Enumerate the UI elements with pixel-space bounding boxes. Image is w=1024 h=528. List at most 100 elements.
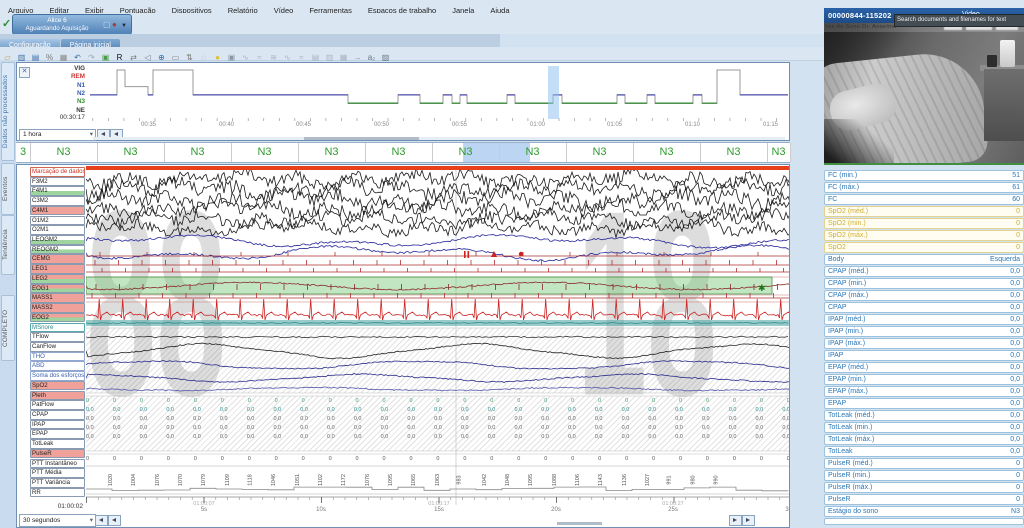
video-feed[interactable]: tos do Sono Dr. Anselmo xyxy=(824,23,1024,165)
sidebar-tab-tendencia[interactable]: Tendência xyxy=(1,215,15,275)
value-cell: 0,0 xyxy=(756,416,764,422)
param-row-estagio-do-sono[interactable]: Estágio do sonoN3 xyxy=(824,506,1024,517)
param-label: CPAP xyxy=(828,303,847,312)
param-row-cpap-med[interactable]: CPAP (méd.)0,0 xyxy=(824,266,1024,277)
channel-label-o1m2[interactable]: O1M2 xyxy=(30,216,85,226)
param-row-totleak-min[interactable]: TotLeak (min.)0,0 xyxy=(824,422,1024,433)
param-row-totleak-med[interactable]: TotLeak (méd.)0,0 xyxy=(824,410,1024,421)
prev-page-button[interactable] xyxy=(108,515,121,526)
channel-label-patflow[interactable]: PatFlow xyxy=(30,400,85,410)
channel-label-leg1[interactable]: LEG1 xyxy=(30,264,85,274)
param-row-epap-med[interactable]: EPAP (méd.)0,0 xyxy=(824,362,1024,373)
hypnogram-scrollbar[interactable] xyxy=(93,137,785,140)
channel-label-eog2[interactable]: EOG2 xyxy=(30,313,85,323)
channel-label-pleth[interactable]: Pleth xyxy=(30,391,85,401)
channel-label-ipap[interactable]: IPAP xyxy=(30,420,85,430)
next-epoch-button[interactable] xyxy=(729,515,742,526)
param-row-ipap-min[interactable]: IPAP (min.)0,0 xyxy=(824,326,1024,337)
param-row-cpap[interactable]: CPAP0,0 xyxy=(824,302,1024,313)
hypnogram-plot[interactable] xyxy=(90,66,788,122)
channel-label-eog1[interactable]: EOG1 xyxy=(30,284,85,294)
epoch-cell[interactable]: N3 xyxy=(30,143,98,162)
epoch-cell[interactable]: N3 xyxy=(499,143,567,162)
channel-label-rr[interactable]: RR xyxy=(30,488,85,498)
param-row-pulser-min[interactable]: PulseR (min.)0 xyxy=(824,470,1024,481)
channel-label-totleak[interactable]: TotLeak xyxy=(30,439,85,449)
epoch-cell[interactable]: N3 xyxy=(231,143,299,162)
param-row-spo2-max[interactable]: SpO2 (máx.)0 xyxy=(824,230,1024,241)
channel-label-ptt-variancia[interactable]: PTT Variância xyxy=(30,478,85,488)
window-length-select[interactable]: 30 segundos xyxy=(19,514,96,527)
param-row-ipap-max[interactable]: IPAP (máx.)0,0 xyxy=(824,338,1024,349)
channel-label-soma-dos-esforcos[interactable]: Soma dos esforços xyxy=(30,371,85,381)
param-value: 0,0 xyxy=(1010,375,1020,384)
sidebar-tab-completo[interactable]: COMPLETO xyxy=(1,295,15,361)
rr-text: 1063 xyxy=(435,474,441,486)
param-row-spo2-med[interactable]: SpO2 (méd.)0 xyxy=(824,206,1024,217)
channel-label-reogm2[interactable]: REOGM2 xyxy=(30,245,85,255)
param-row-totleak-max[interactable]: TotLeak (máx.)0,0 xyxy=(824,434,1024,445)
param-row-fc-max[interactable]: FC (máx.)61 xyxy=(824,182,1024,193)
channel-label-c4m1[interactable]: C4M1 xyxy=(30,206,85,216)
epoch-cell[interactable]: 3 xyxy=(16,143,31,162)
rr-value: 1042 xyxy=(486,467,493,493)
next-page-button[interactable] xyxy=(742,515,755,526)
channel-label-tho[interactable]: THO xyxy=(30,352,85,362)
channel-label-epap[interactable]: EPAP xyxy=(30,429,85,439)
signal-scrollbar-thumb[interactable] xyxy=(557,522,602,525)
hypnogram-range-select[interactable]: 1 hora xyxy=(19,129,96,141)
param-row-cpap-max[interactable]: CPAP (máx.)0,0 xyxy=(824,290,1024,301)
prev-epoch-button[interactable] xyxy=(95,515,108,526)
channel-label-msnore[interactable]: MSnore xyxy=(30,323,85,333)
channel-label-f4m1[interactable]: F4M1 xyxy=(30,186,85,196)
sidebar-tab-dados-nao-processados[interactable]: Dados não processados xyxy=(1,62,15,161)
param-row-fc[interactable]: FC60 xyxy=(824,194,1024,205)
channel-label-ptt-instantaneo[interactable]: PTT Instantâneo xyxy=(30,459,85,469)
dropdown-arrow-icon[interactable]: ▼ xyxy=(121,22,127,31)
channel-label-marcacao-de-dados[interactable]: Marcação de dados xyxy=(30,167,85,177)
param-row-pulser-max[interactable]: PulseR (máx.)0 xyxy=(824,482,1024,493)
channel-label-ptt-media[interactable]: PTT Média xyxy=(30,468,85,478)
channel-label-abd[interactable]: ABD xyxy=(30,361,85,371)
param-row-pulser[interactable]: PulseR0 xyxy=(824,494,1024,505)
param-row-spo2[interactable]: SpO20 xyxy=(824,242,1024,253)
param-row-pulser-med[interactable]: PulseR (méd.)0 xyxy=(824,458,1024,469)
param-row-cpap-min[interactable]: CPAP (min.)0,0 xyxy=(824,278,1024,289)
epoch-cell[interactable]: N3 xyxy=(566,143,634,162)
channel-label-cemg[interactable]: CEMG xyxy=(30,254,85,264)
channel-label-mass1[interactable]: MASS1 xyxy=(30,293,85,303)
channel-label-leg2[interactable]: LEG2 xyxy=(30,274,85,284)
channel-label-canflow[interactable]: CanFlow xyxy=(30,342,85,352)
param-row-totleak[interactable]: TotLeak0,0 xyxy=(824,446,1024,457)
acquisition-status-button[interactable]: Alice 6 Aguardando Aquisição ▢ ● ▼ xyxy=(12,14,132,35)
epoch-cell[interactable]: N3 xyxy=(365,143,433,162)
param-row-body[interactable]: BodyEsquerda xyxy=(824,254,1024,265)
channel-label-o2m1[interactable]: O2M1 xyxy=(30,225,85,235)
epoch-cell[interactable]: N3 xyxy=(97,143,165,162)
param-row-epap-min[interactable]: EPAP (min.)0,0 xyxy=(824,374,1024,385)
channel-label-leogm2[interactable]: LEOGM2 xyxy=(30,235,85,245)
channel-label-tflow[interactable]: TFlow xyxy=(30,332,85,342)
param-row-epap[interactable]: EPAP0,0 xyxy=(824,398,1024,409)
param-row-ipap-med[interactable]: IPAP (méd.)0,0 xyxy=(824,314,1024,325)
epoch-cell[interactable]: N3 xyxy=(767,143,791,162)
channel-label-spo2[interactable]: SpO2 xyxy=(30,381,85,391)
channel-label-cpap[interactable]: CPAP xyxy=(30,410,85,420)
value-cell: 0,0 xyxy=(86,407,94,413)
param-row-spo2-min[interactable]: SpO2 (min.)0 xyxy=(824,218,1024,229)
param-row-ipap[interactable]: IPAP0,0 xyxy=(824,350,1024,361)
epoch-cell[interactable]: N3 xyxy=(432,143,500,162)
epoch-cell[interactable]: N3 xyxy=(164,143,232,162)
channel-label-c3m2[interactable]: C3M2 xyxy=(30,196,85,206)
param-value: 0,0 xyxy=(1010,327,1020,336)
epoch-cell[interactable]: N3 xyxy=(633,143,701,162)
param-row-epap-max[interactable]: EPAP (máx.)0,0 xyxy=(824,386,1024,397)
sidebar-tab-eventos[interactable]: Eventos xyxy=(1,163,15,215)
epoch-cell[interactable]: N3 xyxy=(298,143,366,162)
param-row-fc-min[interactable]: FC (min.)51 xyxy=(824,170,1024,181)
scrollbar-thumb[interactable] xyxy=(304,137,419,140)
channel-label-pulser[interactable]: PulseR xyxy=(30,449,85,459)
channel-label-f3m2[interactable]: F3M2 xyxy=(30,177,85,187)
channel-label-mass2[interactable]: MASS2 xyxy=(30,303,85,313)
epoch-cell[interactable]: N3 xyxy=(700,143,768,162)
